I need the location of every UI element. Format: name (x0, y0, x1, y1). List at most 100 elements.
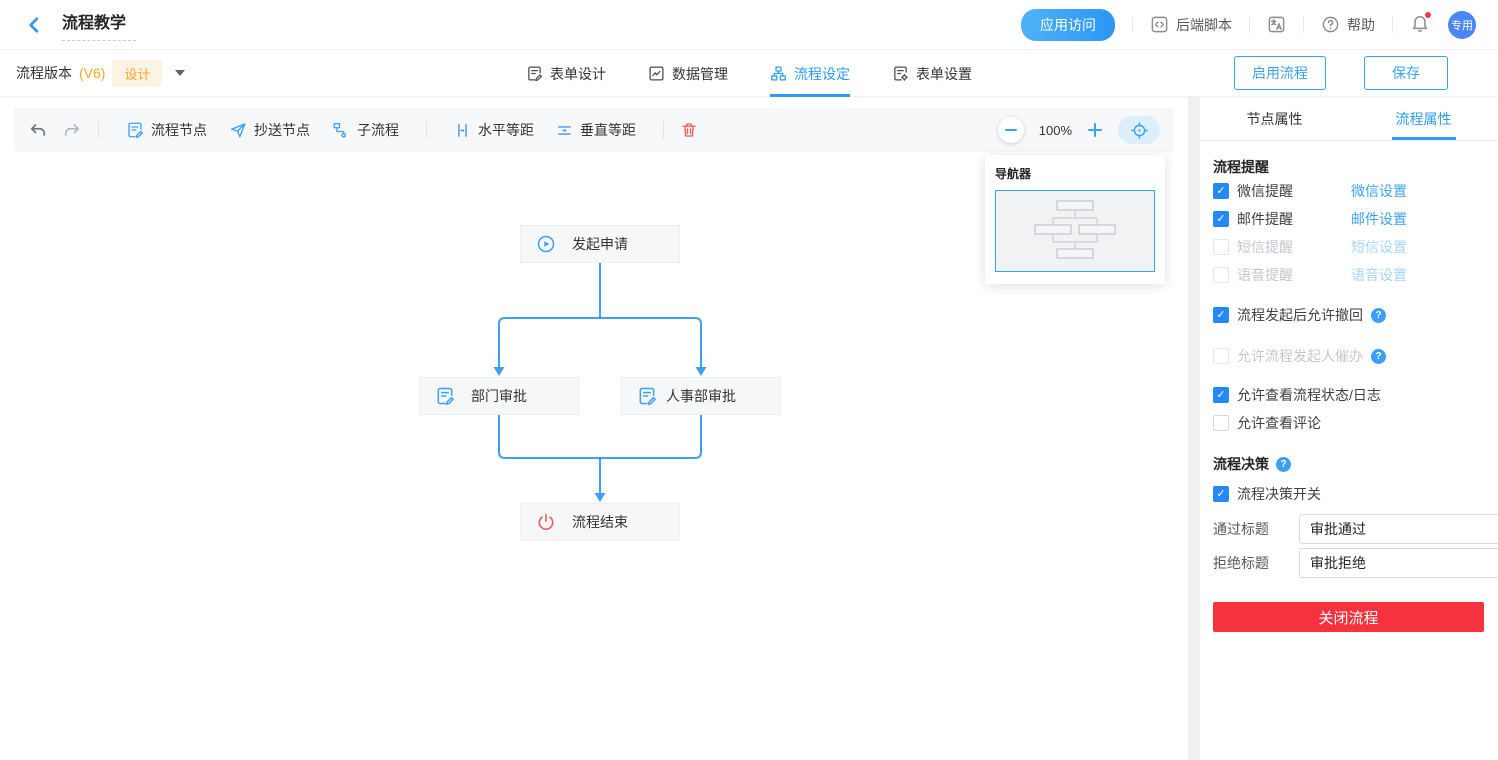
back-icon[interactable] (24, 15, 44, 35)
enable-flow-button[interactable]: 启用流程 (1234, 56, 1326, 90)
undo-icon[interactable] (28, 120, 48, 140)
page-title[interactable]: 流程教学 (62, 9, 137, 41)
help-icon[interactable]: ? (1276, 456, 1291, 472)
subflow-icon (333, 122, 347, 138)
view-comments-checkbox[interactable] (1213, 415, 1229, 431)
view-status-checkbox[interactable]: ✓ (1213, 387, 1229, 403)
add-subflow-button[interactable]: 子流程 (332, 120, 399, 140)
redo-icon[interactable] (62, 120, 82, 140)
data-chart-icon (649, 66, 664, 81)
doc-edit-icon (435, 386, 455, 406)
email-remind-checkbox[interactable]: ✓ (1213, 211, 1229, 227)
sidebar-tabs: 节点属性 流程属性 (1200, 97, 1498, 141)
vertical-space-button[interactable]: 垂直等距 (556, 120, 636, 140)
tab-flow-properties[interactable]: 流程属性 (1349, 97, 1498, 140)
remind-row-email: ✓ 邮件提醒 邮件设置 (1213, 205, 1484, 233)
design-badge: 设计 (112, 59, 163, 87)
flow-node-hr-approval[interactable]: 人事部审批 (621, 377, 781, 415)
doc-edit-icon (637, 386, 657, 406)
version-label: 流程版本 (16, 65, 72, 81)
navigator-panel: 导航器 (985, 155, 1165, 284)
add-flow-node-button[interactable]: 流程节点 (126, 120, 207, 140)
pass-title-field-row: 通过标题 (1213, 514, 1498, 544)
pass-title-input[interactable] (1299, 514, 1498, 544)
option-allow-urge: 允许流程发起人催办 ? (1213, 342, 1484, 370)
flow-canvas[interactable]: 流程节点 抄送节点 子流程 水平等距 垂直等距 100% 导航器 发起申请 部门… (0, 97, 1188, 760)
help-button[interactable]: 帮助 (1321, 15, 1375, 35)
wechat-remind-checkbox[interactable]: ✓ (1213, 183, 1229, 199)
sms-remind-checkbox[interactable] (1213, 239, 1229, 255)
tab-form-setting[interactable]: 表单设置 (892, 50, 972, 97)
zoom-in-button[interactable] (1087, 122, 1103, 138)
horizontal-space-button[interactable]: 水平等距 (454, 120, 534, 140)
divider (1132, 16, 1133, 33)
notification-bell-icon[interactable] (1410, 11, 1432, 36)
add-cc-node-button[interactable]: 抄送节点 (229, 120, 310, 140)
help-icon[interactable]: ? (1371, 307, 1386, 323)
top-bar: 流程教学 应用访问 后端脚本 帮助 专用 (0, 0, 1498, 50)
remind-row-wechat: ✓ 微信提醒 微信设置 (1213, 177, 1484, 205)
help-label: 帮助 (1347, 16, 1375, 33)
avatar[interactable]: 专用 (1448, 10, 1476, 39)
flow-node-end[interactable]: 流程结束 (520, 503, 680, 541)
tab-label: 表单设置 (916, 65, 972, 82)
node-label: 人事部审批 (666, 388, 736, 404)
navigator-minimap[interactable] (995, 190, 1155, 272)
decision-switch-label: 流程决策开关 (1237, 486, 1321, 502)
cc-node-label: 抄送节点 (254, 122, 310, 138)
zoom-out-button[interactable] (997, 117, 1024, 143)
tab-flow-setting[interactable]: 流程设定 (770, 50, 850, 97)
properties-sidebar: 节点属性 流程属性 流程提醒 ✓ 微信提醒 微信设置 ✓ 邮件提醒 邮件设置 短… (1200, 97, 1498, 760)
backend-script-button[interactable]: 后端脚本 (1150, 15, 1232, 35)
version-dropdown-caret[interactable] (175, 70, 186, 76)
doc-edit-icon (528, 66, 543, 82)
remind-row-voice: 语音提醒 语音设置 (1213, 261, 1484, 289)
divider (663, 121, 664, 139)
decision-switch-row: ✓ 流程决策开关 (1213, 480, 1484, 508)
wechat-setting-link[interactable]: 微信设置 (1351, 181, 1407, 201)
doc-gear-icon (894, 66, 908, 81)
close-flow-button[interactable]: 关闭流程 (1213, 602, 1484, 632)
v-space-label: 垂直等距 (580, 122, 636, 138)
horizontal-spacing-icon (458, 123, 467, 137)
navigator-toggle-button[interactable] (1118, 116, 1160, 144)
option-view-status-log: ✓ 允许查看流程状态/日志 (1213, 381, 1484, 409)
option-label: 允许查看评论 (1237, 415, 1321, 431)
flow-node-start[interactable]: 发起申请 (520, 225, 680, 263)
delete-icon[interactable] (680, 121, 698, 139)
zoom-level: 100% (1038, 122, 1072, 138)
divider (1303, 16, 1304, 33)
allow-urge-checkbox[interactable] (1213, 348, 1229, 364)
voice-remind-checkbox[interactable] (1213, 267, 1229, 283)
remind-row-sms: 短信提醒 短信设置 (1213, 233, 1484, 261)
backend-script-label: 后端脚本 (1176, 16, 1232, 33)
reject-title-field-row: 拒绝标题 (1213, 548, 1498, 578)
node-label: 部门审批 (471, 388, 527, 404)
notification-dot (1424, 11, 1432, 19)
divider (98, 121, 99, 139)
app-access-button[interactable]: 应用访问 (1021, 8, 1115, 41)
tab-data-management[interactable]: 数据管理 (648, 50, 728, 97)
decision-switch-checkbox[interactable]: ✓ (1213, 486, 1229, 502)
help-icon[interactable]: ? (1371, 348, 1386, 364)
translate-button[interactable] (1267, 15, 1286, 34)
remind-label: 语音提醒 (1237, 267, 1293, 283)
decision-section-title: 流程决策 ? (1213, 454, 1484, 474)
doc-edit-icon (128, 122, 143, 139)
translate-icon (1267, 15, 1286, 34)
code-icon (1150, 15, 1169, 34)
panel-splitter[interactable] (1188, 97, 1200, 760)
tab-label: 流程设定 (794, 65, 850, 82)
version-selector[interactable]: 流程版本 (V6) 设计 (16, 59, 186, 87)
email-setting-link[interactable]: 邮件设置 (1351, 209, 1407, 229)
allow-withdraw-checkbox[interactable]: ✓ (1213, 307, 1229, 323)
reject-title-input[interactable] (1299, 548, 1498, 578)
sms-setting-link: 短信设置 (1351, 239, 1407, 255)
tab-node-properties[interactable]: 节点属性 (1200, 97, 1349, 140)
divider (426, 121, 427, 139)
flow-node-dept-approval[interactable]: 部门审批 (419, 377, 579, 415)
divider (1249, 16, 1250, 33)
tab-label: 数据管理 (672, 65, 728, 82)
tab-form-design[interactable]: 表单设计 (526, 50, 606, 97)
save-button[interactable]: 保存 (1364, 56, 1448, 90)
